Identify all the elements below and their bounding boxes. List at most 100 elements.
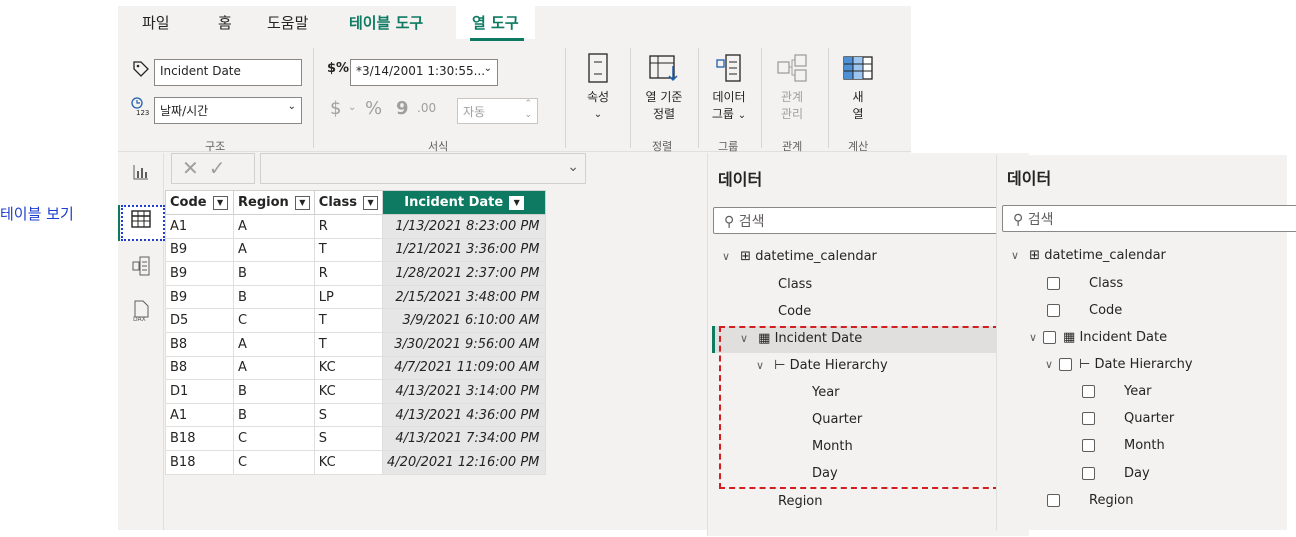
- table-cell[interactable]: D5: [165, 308, 234, 333]
- data-pane-search[interactable]: ⚲ 검색: [713, 207, 1043, 234]
- manage-relationships-button[interactable]: 관계 관리: [770, 52, 814, 123]
- tree-level-day[interactable]: Day: [1082, 466, 1150, 481]
- decimal-places-field[interactable]: 자동 ⌃ ⌄: [457, 98, 538, 124]
- checkbox[interactable]: [1082, 439, 1095, 452]
- table-cell[interactable]: B8: [165, 355, 234, 381]
- commit-icon[interactable]: ✓: [209, 156, 236, 180]
- new-column-button[interactable]: 새 열: [838, 52, 878, 123]
- table-cell[interactable]: B: [233, 284, 315, 310]
- table-cell[interactable]: R: [313, 261, 384, 286]
- report-view-icon[interactable]: [129, 163, 153, 187]
- table-cell[interactable]: D1: [165, 379, 234, 404]
- table-cell[interactable]: A1: [165, 214, 234, 239]
- table-cell[interactable]: 3/30/2021 9:56:00 AM: [382, 331, 547, 357]
- tree-field-code[interactable]: Code: [1047, 303, 1122, 318]
- table-cell[interactable]: S: [313, 402, 384, 428]
- tree-level-quarter[interactable]: Quarter: [1082, 411, 1174, 426]
- checkbox[interactable]: [1082, 385, 1095, 398]
- tree-level-month[interactable]: Month: [1082, 438, 1165, 453]
- properties-button[interactable]: 속성 ⌄: [580, 52, 616, 123]
- column-header-incident-date[interactable]: Incident Date ▼: [382, 190, 547, 215]
- tab-table-tools[interactable]: 테이블 도구: [349, 12, 423, 33]
- data-table: Code ▼ Region ▼ Class ▼ Incident Date ▼ A1 A R…: [165, 190, 547, 475]
- column-name-field[interactable]: Incident Date: [154, 59, 302, 86]
- table-cell[interactable]: 4/13/2021 4:36:00 PM: [382, 402, 547, 428]
- table-cell[interactable]: C: [233, 449, 315, 475]
- data-groups-button[interactable]: 데이터 그룹 ⌄: [704, 52, 754, 124]
- table-cell[interactable]: 2/15/2021 3:48:00 PM: [382, 284, 547, 310]
- sort-by-column-button[interactable]: 열 기준 정렬: [638, 52, 690, 123]
- tab-column-tools[interactable]: 열 도구: [456, 6, 535, 39]
- tree-level-year[interactable]: Year: [1082, 384, 1152, 399]
- table-cell[interactable]: 1/13/2021 8:23:00 PM: [382, 214, 547, 239]
- table-cell[interactable]: B9: [165, 237, 234, 263]
- chevron-down-icon[interactable]: ⌄: [567, 159, 579, 175]
- tree-table-datetime-calendar[interactable]: ∨ ⊞ datetime_calendar: [722, 249, 877, 264]
- model-view-icon[interactable]: [129, 256, 153, 280]
- table-cell[interactable]: 4/13/2021 7:34:00 PM: [382, 426, 547, 451]
- table-cell[interactable]: 1/21/2021 3:36:00 PM: [382, 237, 547, 263]
- table-cell[interactable]: 3/9/2021 6:10:00 AM: [382, 308, 547, 333]
- table-cell[interactable]: B: [233, 261, 315, 286]
- table-cell[interactable]: B18: [165, 449, 234, 475]
- data-pane-search[interactable]: ⚲ 검색: [1002, 205, 1296, 232]
- data-type-select[interactable]: 날짜/시간 ⌄: [154, 97, 302, 124]
- dax-query-view-icon[interactable]: DAX: [129, 300, 153, 324]
- table-cell[interactable]: T: [313, 237, 384, 263]
- comma-button[interactable]: 9: [396, 98, 409, 119]
- tree-field-class[interactable]: Class: [1047, 276, 1123, 291]
- table-cell[interactable]: B9: [165, 284, 234, 310]
- tree-field-region[interactable]: Region: [1047, 493, 1134, 508]
- table-cell[interactable]: T: [313, 331, 384, 357]
- table-cell[interactable]: S: [313, 426, 384, 451]
- table-cell[interactable]: A: [233, 331, 315, 357]
- table-cell[interactable]: 4/7/2021 11:09:00 AM: [382, 355, 547, 381]
- table-cell[interactable]: C: [233, 426, 315, 451]
- checkbox[interactable]: [1043, 331, 1056, 344]
- tree-date-hierarchy[interactable]: ∨ ⊢ Date Hierarchy: [1045, 357, 1193, 372]
- table-cell[interactable]: 4/13/2021 3:14:00 PM: [382, 379, 547, 404]
- table-cell[interactable]: KC: [313, 449, 384, 475]
- table-cell[interactable]: 1/28/2021 2:37:00 PM: [382, 261, 547, 286]
- checkbox[interactable]: [1047, 494, 1060, 507]
- decimal-button[interactable]: .00: [417, 101, 436, 115]
- cancel-icon[interactable]: ✕: [182, 156, 209, 180]
- table-cell[interactable]: C: [233, 308, 315, 333]
- column-header-class[interactable]: Class ▼: [313, 190, 384, 215]
- tab-file[interactable]: 파일: [142, 12, 170, 33]
- column-header-code[interactable]: Code ▼: [165, 190, 234, 215]
- column-header-region[interactable]: Region ▼: [233, 190, 315, 215]
- table-cell[interactable]: A1: [165, 402, 234, 428]
- table-cell[interactable]: A: [233, 214, 315, 239]
- table-cell[interactable]: A: [233, 355, 315, 381]
- table-cell[interactable]: B: [233, 379, 315, 404]
- tree-table-datetime-calendar[interactable]: ∨ ⊞ datetime_calendar: [1011, 248, 1166, 263]
- table-cell[interactable]: B18: [165, 426, 234, 451]
- checkbox[interactable]: [1047, 304, 1060, 317]
- table-cell[interactable]: B: [233, 402, 315, 428]
- formula-input[interactable]: ⌄: [260, 153, 586, 184]
- tree-field-region[interactable]: Region: [778, 494, 823, 509]
- table-cell[interactable]: B9: [165, 261, 234, 286]
- table-cell[interactable]: KC: [313, 355, 384, 381]
- table-cell[interactable]: T: [313, 308, 384, 333]
- tree-field-code[interactable]: Code: [778, 304, 811, 319]
- table-cell[interactable]: A: [233, 237, 315, 263]
- percent-button[interactable]: %: [365, 98, 382, 119]
- tab-help[interactable]: 도움말: [267, 12, 308, 33]
- checkbox[interactable]: [1047, 277, 1060, 290]
- tree-field-incident-date[interactable]: ∨ ▦ Incident Date: [1029, 330, 1167, 345]
- table-cell[interactable]: R: [313, 214, 384, 239]
- table-cell[interactable]: B8: [165, 331, 234, 357]
- tab-home[interactable]: 홈: [218, 12, 232, 33]
- table-cell[interactable]: LP: [313, 284, 384, 310]
- table-cell[interactable]: 4/20/2021 12:16:00 PM: [382, 449, 547, 475]
- tree-field-class[interactable]: Class: [778, 277, 812, 292]
- table-cell[interactable]: KC: [313, 379, 384, 404]
- table-view-icon[interactable]: [129, 210, 153, 234]
- checkbox[interactable]: [1059, 358, 1072, 371]
- checkbox[interactable]: [1082, 412, 1095, 425]
- checkbox[interactable]: [1082, 467, 1095, 480]
- format-select[interactable]: *3/14/2001 1:30:55... ⌄: [350, 59, 498, 86]
- currency-button[interactable]: $: [330, 98, 341, 119]
